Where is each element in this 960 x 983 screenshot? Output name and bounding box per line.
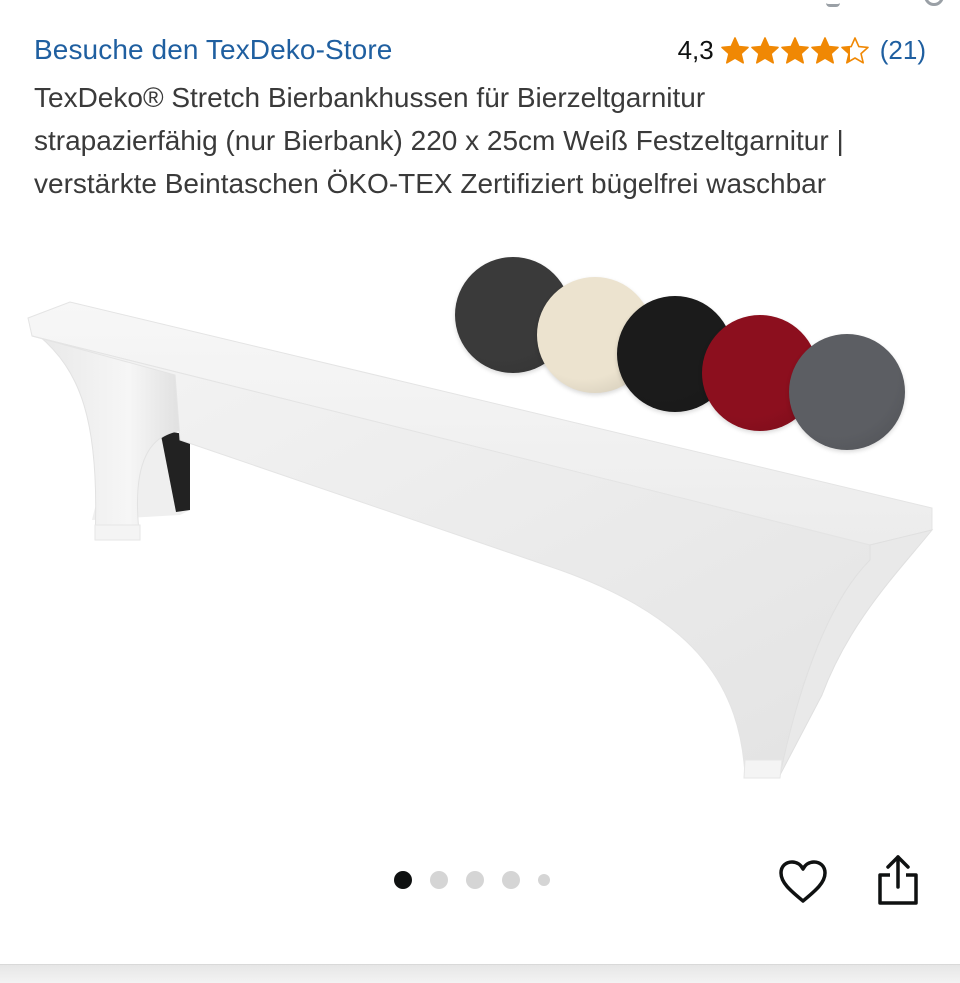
review-count-link[interactable]: (21) [880, 35, 926, 66]
partial-icon [826, 0, 840, 7]
rating-summary[interactable]: 4,3 (21) [678, 35, 926, 66]
color-swatch-gray [789, 334, 905, 450]
star-icon [840, 36, 869, 64]
carousel-dot[interactable] [430, 871, 448, 889]
share-icon [878, 855, 918, 905]
favorite-button[interactable] [777, 857, 829, 909]
visit-store-link[interactable]: Besuche den TexDeko-Store [34, 34, 392, 66]
partial-search-icon [924, 0, 944, 6]
rating-value: 4,3 [677, 35, 714, 65]
star-rating [720, 36, 870, 66]
share-button[interactable] [872, 853, 924, 909]
star-icon [780, 36, 809, 64]
heart-icon [779, 860, 827, 903]
carousel-dot[interactable] [394, 871, 412, 889]
product-image[interactable] [0, 240, 960, 800]
star-icon [750, 36, 779, 64]
carousel-dot[interactable] [466, 871, 484, 889]
star-icon [720, 36, 749, 64]
star-icon [810, 36, 839, 64]
top-partial-toolbar [0, 0, 960, 10]
product-title: TexDeko® Stretch Bierbankhussen für Bier… [34, 82, 844, 199]
carousel-dot[interactable] [502, 871, 520, 889]
carousel-dot[interactable] [538, 874, 550, 886]
image-carousel-indicator[interactable] [394, 871, 550, 889]
bottom-divider [0, 964, 960, 983]
